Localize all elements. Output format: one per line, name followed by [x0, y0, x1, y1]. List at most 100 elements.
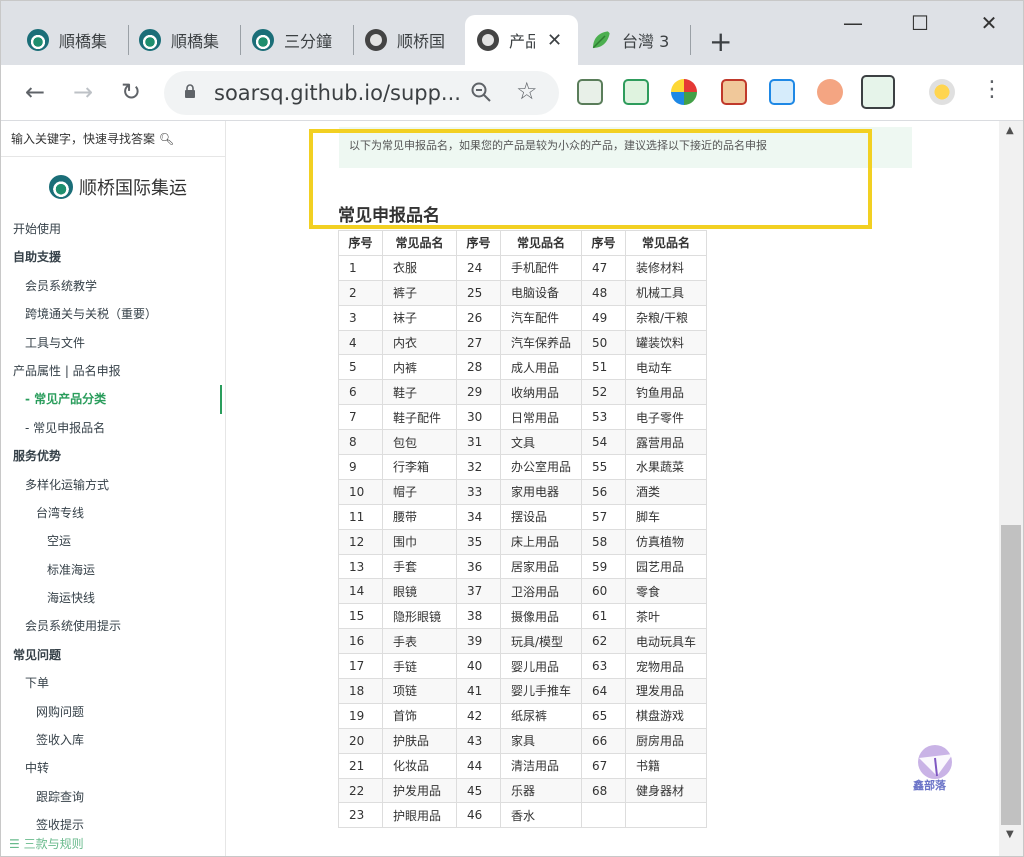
- table-cell: 9: [338, 454, 383, 480]
- table-cell: 电子零件: [625, 404, 708, 431]
- table-header-cell: 常见品名: [382, 230, 457, 256]
- table-cell: 酒类: [625, 478, 708, 505]
- new-tab-button[interactable]: +: [709, 25, 732, 58]
- table-cell: 摄像用品: [499, 603, 583, 630]
- close-window-button[interactable]: ✕: [975, 11, 1003, 35]
- table-cell: 60: [581, 578, 627, 605]
- table-cell: 宠物用品: [625, 653, 708, 680]
- sidebar-item[interactable]: 多样化运输方式: [1, 471, 225, 499]
- sidebar-item[interactable]: 跟踪查询: [1, 783, 225, 811]
- reload-button[interactable]: ↻: [115, 77, 147, 109]
- tab-title: 三分鐘: [284, 32, 333, 51]
- forward-button[interactable]: →: [67, 77, 99, 109]
- maximize-button[interactable]: ☐: [906, 11, 934, 35]
- sidebar-item[interactable]: 会员系统教学: [1, 272, 225, 300]
- tab-2[interactable]: 順橋集: [127, 15, 239, 65]
- tab-3[interactable]: 三分鐘: [240, 15, 352, 65]
- back-button[interactable]: ←: [19, 77, 51, 109]
- table-cell: 机械工具: [625, 279, 708, 306]
- zoom-icon[interactable]: [470, 81, 492, 103]
- sidebar-item[interactable]: 常见问题: [1, 641, 225, 669]
- sidebar-item[interactable]: 自助支援: [1, 243, 225, 271]
- table-cell: 59: [581, 553, 627, 580]
- tab-6[interactable]: 台灣 3: [578, 15, 690, 65]
- table-cell: 手机配件: [499, 254, 583, 281]
- table-cell: 手链: [382, 653, 457, 680]
- scroll-down-arrow-icon[interactable]: ▼: [1006, 829, 1014, 840]
- tab-strip: 順橋集 順橋集 三分鐘 顺桥国 产品 ✕ 台灣 3 + — ☐ ✕: [1, 1, 1023, 65]
- table-cell: 摆设品: [499, 503, 583, 530]
- sidebar-item[interactable]: 开始使用: [1, 215, 225, 243]
- table-cell: 香水: [499, 802, 583, 829]
- sidebar-item[interactable]: 工具与文件: [1, 329, 225, 357]
- table-cell: 43: [456, 727, 501, 754]
- table-cell: 办公室用品: [499, 454, 583, 480]
- sidebar-footer-link[interactable]: ☰ 三款与规则: [9, 835, 84, 852]
- table-cell: 厨房用品: [625, 727, 708, 754]
- scroll-up-arrow-icon[interactable]: ▲: [1006, 125, 1014, 136]
- sidebar-search[interactable]: 输入关键字，快速寻找答案 🔍︎: [1, 121, 225, 157]
- extension-share-icon[interactable]: [769, 79, 795, 105]
- table-row: 7 鞋子配件 30 日常用品 53 电子零件: [338, 404, 708, 431]
- sidebar-item[interactable]: 产品属性 | 品名申报: [1, 357, 225, 385]
- sidebar-item[interactable]: 空运: [1, 527, 225, 555]
- table-cell: 36: [456, 553, 501, 580]
- sidebar-item[interactable]: - 常见申报品名: [1, 414, 225, 442]
- sidebar-item[interactable]: 签收入库: [1, 726, 225, 754]
- search-input[interactable]: 输入关键字，快速寻找答案: [11, 132, 155, 146]
- extension-avatar-icon[interactable]: [817, 79, 843, 105]
- sidebar-item[interactable]: - 常见产品分类: [1, 385, 225, 415]
- profile-avatar-icon[interactable]: [929, 79, 955, 105]
- sidebar-item[interactable]: 中转: [1, 754, 225, 782]
- sidebar-item[interactable]: 网购问题: [1, 698, 225, 726]
- extension-notes-icon[interactable]: [577, 79, 603, 105]
- minimize-button[interactable]: —: [839, 11, 867, 35]
- tab-title: 顺桥国: [397, 32, 446, 51]
- sidebar-item[interactable]: 台湾专线: [1, 499, 225, 527]
- table-header-cell: 序号: [581, 230, 627, 256]
- scrollbar-thumb[interactable]: [1001, 525, 1021, 825]
- close-tab-icon[interactable]: ✕: [547, 30, 562, 51]
- tab-4[interactable]: 顺桥国: [353, 15, 465, 65]
- sidebar-item[interactable]: 会员系统使用提示: [1, 612, 225, 640]
- table-row: 2 裤子 25 电脑设备 48 机械工具: [338, 279, 708, 306]
- table-cell: 38: [456, 603, 501, 630]
- table-cell: 电脑设备: [499, 279, 583, 306]
- boat-logo-icon: [252, 29, 274, 51]
- extension-flower-icon[interactable]: [671, 79, 697, 105]
- sidebar-item[interactable]: 标准海运: [1, 556, 225, 584]
- sidebar-item[interactable]: 下单: [1, 669, 225, 697]
- sidebar-item[interactable]: 海运快线: [1, 584, 225, 612]
- table-row: 10 帽子 33 家用电器 56 酒类: [338, 478, 708, 505]
- table-cell: 眼镜: [382, 578, 457, 605]
- site-logo[interactable]: 顺桥国际集运: [1, 171, 225, 203]
- sidebar-item[interactable]: 跨境通关与关税（重要）: [1, 300, 225, 328]
- table-cell: 47: [581, 254, 627, 281]
- table-cell: 围巾: [382, 528, 457, 555]
- table-row: 18 项链 41 婴儿手推车 64 理发用品: [338, 678, 708, 704]
- table-cell: 45: [456, 777, 501, 804]
- table-header-cell: 常见品名: [499, 230, 583, 256]
- sidebar-item[interactable]: 服务优势: [1, 442, 225, 470]
- extension-mail-check-icon[interactable]: [623, 79, 649, 105]
- declaration-table: 序号 常见品名 序号 常见品名 序号 常见品名 1 衣服 24 手机配件 47 装修材料 2 裤子 25 电…: [338, 230, 708, 829]
- table-cell: 52: [581, 379, 627, 406]
- tab-1[interactable]: 順橋集: [15, 15, 127, 65]
- table-row: 9 行李箱 32 办公室用品 55 水果蔬菜: [338, 454, 708, 480]
- table-cell: 文具: [499, 429, 583, 456]
- table-cell: 21: [338, 752, 383, 779]
- table-cell: 46: [456, 802, 501, 829]
- table-cell: 58: [581, 528, 627, 555]
- tab-active[interactable]: 产品 ✕: [465, 15, 578, 65]
- table-cell: 罐装饮料: [625, 329, 708, 356]
- browser-window: 順橋集 順橋集 三分鐘 顺桥国 产品 ✕ 台灣 3 + — ☐ ✕: [0, 0, 1024, 857]
- page-scrollbar[interactable]: ▲ ▼: [999, 121, 1023, 856]
- table-cell: 15: [338, 603, 383, 630]
- extension-capture-icon[interactable]: [861, 75, 895, 109]
- table-cell: 2: [338, 279, 383, 306]
- browser-menu-icon[interactable]: ⋮: [981, 77, 1003, 102]
- extension-face-icon[interactable]: [721, 79, 747, 105]
- table-cell: 装修材料: [625, 254, 708, 281]
- address-bar[interactable]: soarsq.github.io/supp... ☆: [164, 71, 559, 115]
- bookmark-star-icon[interactable]: ☆: [516, 77, 538, 105]
